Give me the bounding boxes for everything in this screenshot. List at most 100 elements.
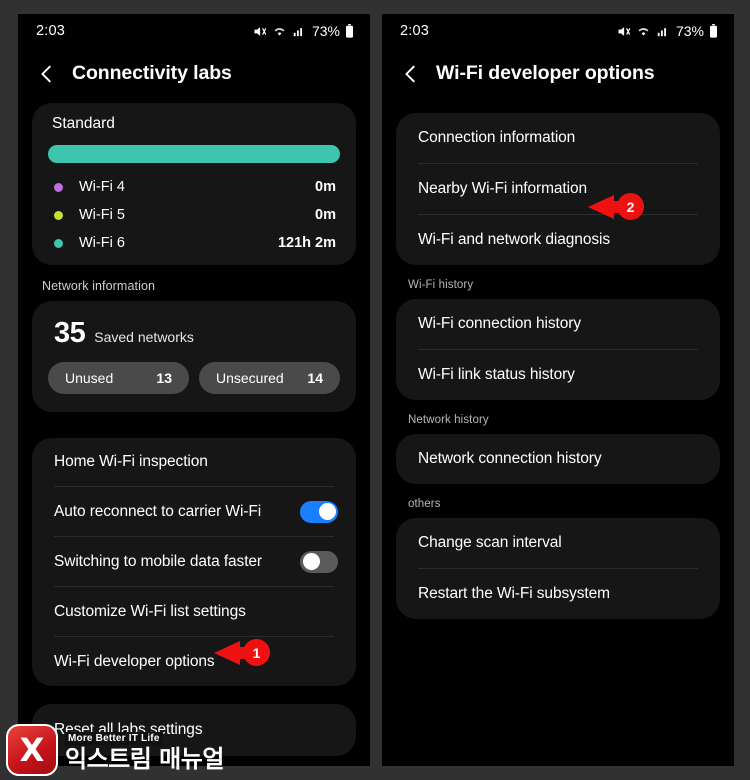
chip-unused[interactable]: Unused 13 (48, 362, 189, 394)
battery-icon (710, 24, 717, 38)
wifi-icon (638, 27, 649, 36)
saved-networks-count: 35 (54, 317, 86, 349)
wifi-duration-value: 121h 2m (277, 235, 336, 251)
page-title: Connectivity labs (72, 62, 232, 84)
list-item-label: Change scan interval (418, 534, 562, 551)
group-card-connection: Connection information Nearby Wi-Fi info… (396, 113, 720, 265)
battery-percent-label: 73% (675, 23, 704, 39)
mute-icon (618, 26, 631, 36)
toggle-knob (318, 503, 336, 520)
list-item-wifi-network-diagnosis[interactable]: Wi-Fi and network diagnosis (396, 215, 720, 265)
group-card-others: Change scan interval Restart the Wi-Fi s… (396, 518, 720, 619)
list-item-label: Wi-Fi connection history (418, 315, 581, 332)
section-label-network-information: Network information (42, 279, 156, 293)
wifi-duration-value: 0m (315, 207, 336, 223)
legend-dot-icon (54, 182, 63, 192)
app-bar-left: Connectivity labs (18, 48, 370, 103)
chip-label: Unsecured (216, 370, 284, 386)
chip-label: Unused (65, 370, 114, 386)
list-item-label: Restart the Wi-Fi subsystem (418, 585, 610, 602)
mute-icon (254, 26, 267, 36)
watermark-brand: 익스트림 매뉴얼 (65, 744, 224, 773)
list-item-customize-wifi-list[interactable]: Customize Wi-Fi list settings (32, 587, 356, 636)
toggle-switch-mobile-data[interactable] (300, 550, 338, 573)
status-bar-right: 2:03 73% (382, 14, 734, 48)
group-card-wifi-history: Wi-Fi connection history Wi-Fi link stat… (396, 299, 720, 400)
list-item[interactable]: Wi-Fi 4 0m (32, 173, 356, 201)
wifi-icon (274, 27, 285, 36)
battery-icon (346, 24, 353, 38)
saved-networks-header: 35 Saved networks (32, 301, 356, 350)
arrow-left-icon (588, 194, 614, 219)
phone-screen-right: 2:03 73% Wi-Fi developer options Connect… (382, 14, 734, 766)
section-label-wifi-history: Wi-Fi history (408, 279, 474, 291)
list-item-wifi-connection-history[interactable]: Wi-Fi connection history (396, 299, 720, 349)
annotation-arrow-1: 1 (214, 639, 270, 666)
wifi-generation-label: Wi-Fi 6 (79, 235, 125, 251)
status-bar-time: 2:03 (36, 23, 66, 39)
page-title: Wi-Fi developer options (436, 62, 655, 84)
legend-dot-icon (54, 210, 63, 220)
chip-value: 13 (156, 370, 172, 386)
list-item-connection-information[interactable]: Connection information (396, 113, 720, 163)
list-item[interactable]: Wi-Fi 6 121h 2m (32, 229, 356, 265)
chip-unsecured[interactable]: Unsecured 14 (199, 362, 340, 394)
list-item-restart-wifi-subsystem[interactable]: Restart the Wi-Fi subsystem (396, 569, 720, 619)
wifi-duration-value: 0m (315, 179, 336, 195)
watermark-text: More Better IT Life 익스트림 매뉴얼 (65, 728, 224, 772)
wifi-generation-label: Wi-Fi 5 (79, 207, 125, 223)
list-item-wifi-developer-options[interactable]: Wi-Fi developer options (32, 637, 356, 686)
list-item-switching-mobile-data[interactable]: Switching to mobile data faster (32, 537, 356, 586)
annotation-badge: 1 (243, 639, 270, 666)
list-item-home-wifi-inspection[interactable]: Home Wi-Fi inspection (32, 438, 356, 486)
labs-settings-card: Home Wi-Fi inspection Auto reconnect to … (32, 438, 356, 686)
screenshot-stage: 2:03 73% Connectivity labs Standard Wi-F… (0, 0, 750, 780)
back-chevron-icon[interactable] (400, 63, 422, 85)
group-card-network-history: Network connection history (396, 434, 720, 484)
arrow-left-icon (214, 640, 240, 665)
list-item-wifi-link-status-history[interactable]: Wi-Fi link status history (396, 350, 720, 400)
status-bar-icons: 73% (252, 23, 354, 39)
standard-card: Standard Wi-Fi 4 0m Wi-Fi 5 0m Wi-Fi 6 1… (32, 103, 356, 265)
list-item-label: Auto reconnect to carrier Wi-Fi (54, 502, 262, 520)
standard-progress-wrap (32, 133, 356, 173)
phone-screen-left: 2:03 73% Connectivity labs Standard Wi-F… (18, 14, 370, 766)
battery-percent-label: 73% (311, 23, 340, 39)
watermark-logo-letter: X (19, 731, 45, 769)
list-item-label: Wi-Fi developer options (54, 652, 215, 670)
network-information-card: 35 Saved networks Unused 13 Unsecured 14 (32, 301, 356, 412)
section-label-others: others (408, 498, 441, 510)
list-item-label: Nearby Wi-Fi information (418, 180, 588, 197)
list-item-label: Connection information (418, 129, 576, 146)
status-bar-time: 2:03 (400, 23, 430, 39)
section-label-network-history: Network history (408, 414, 489, 426)
watermark-logo-icon: X (6, 724, 58, 776)
wifi-generation-label: Wi-Fi 4 (79, 179, 125, 195)
list-item-nearby-wifi-information[interactable]: Nearby Wi-Fi information (396, 164, 720, 214)
signal-icon (657, 28, 667, 37)
list-item[interactable]: Wi-Fi 5 0m (32, 201, 356, 229)
list-item-label: Switching to mobile data faster (54, 552, 262, 570)
list-item-label: Network connection history (418, 450, 602, 467)
back-chevron-icon[interactable] (36, 63, 58, 85)
network-chips: Unused 13 Unsecured 14 (32, 350, 356, 412)
list-item-auto-reconnect-carrier-wifi[interactable]: Auto reconnect to carrier Wi-Fi (32, 487, 356, 536)
watermark-tagline: More Better IT Life (65, 731, 163, 745)
saved-networks-label: Saved networks (94, 329, 194, 345)
list-item-label: Home Wi-Fi inspection (54, 453, 208, 470)
list-item-network-connection-history[interactable]: Network connection history (396, 434, 720, 484)
signal-icon (293, 28, 303, 37)
status-bar-icons: 73% (616, 23, 718, 39)
list-item-label: Customize Wi-Fi list settings (54, 602, 246, 620)
annotation-badge: 2 (617, 193, 644, 220)
status-bar-left: 2:03 73% (18, 14, 370, 48)
list-item-label: Wi-Fi link status history (418, 366, 575, 383)
chip-value: 14 (307, 370, 323, 386)
list-item-change-scan-interval[interactable]: Change scan interval (396, 518, 720, 568)
toggle-auto-reconnect[interactable] (300, 500, 338, 523)
list-item-label: Wi-Fi and network diagnosis (418, 231, 610, 248)
standard-progress-bar (48, 145, 340, 163)
legend-dot-icon (54, 238, 63, 248)
annotation-arrow-2: 2 (588, 193, 644, 220)
app-bar-right: Wi-Fi developer options (382, 48, 734, 103)
